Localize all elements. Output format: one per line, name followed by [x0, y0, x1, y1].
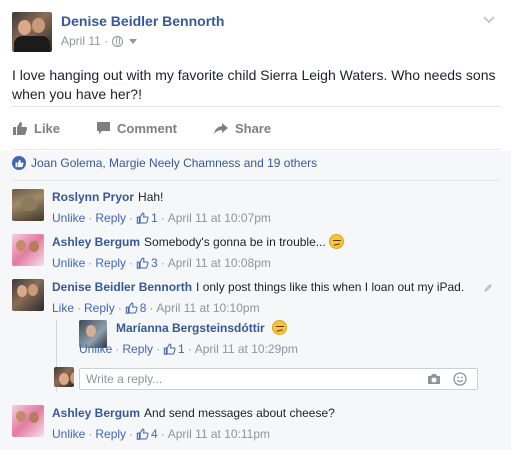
comment-like-count[interactable]: 3	[136, 255, 158, 271]
comment-line: Roslynn Pryor Hah!	[52, 189, 163, 205]
chevron-down-icon[interactable]	[482, 12, 496, 26]
smiley-icon[interactable]	[453, 372, 467, 386]
share-label: Share	[234, 120, 272, 136]
comment-time[interactable]: April 11 at 10:29pm	[195, 341, 298, 357]
avatar[interactable]	[12, 189, 44, 221]
avatar[interactable]	[12, 279, 44, 311]
reply-link[interactable]: Reply	[95, 210, 126, 226]
author-avatar[interactable]	[12, 12, 52, 52]
comment-text: And send messages about cheese?	[144, 406, 335, 420]
reply-box	[79, 368, 478, 390]
post-text: I love hanging out with my favorite chil…	[12, 67, 496, 102]
like-label: Like	[34, 120, 61, 136]
pencil-icon[interactable]	[483, 283, 493, 293]
share-button[interactable]: Share	[213, 121, 271, 136]
unamused-emoji-icon	[271, 320, 287, 335]
comment-meta: Unlike · Reply · 1 · April 11 at 10:29pm	[79, 341, 298, 357]
post-action-bar: Like Comment Share	[12, 106, 500, 150]
reply-link[interactable]: Reply	[95, 426, 126, 442]
avatar[interactable]	[12, 234, 44, 266]
thumbs-up-outline-icon	[136, 257, 149, 269]
audience-caret-icon[interactable]	[129, 38, 138, 44]
unlike-link[interactable]: Unlike	[79, 341, 112, 357]
avatar[interactable]	[12, 405, 44, 437]
comment-author[interactable]: Ashley Bergum	[52, 406, 140, 420]
avatar	[54, 367, 74, 387]
reply-link[interactable]: Reply	[95, 255, 126, 271]
comment-meta: Unlike · Reply · 1 · April 11 at 10:07pm	[52, 210, 271, 226]
comment-line: Denise Beidler Bennorth I only post thing…	[52, 279, 464, 295]
comment-label: Comment	[117, 120, 177, 136]
comment-text: Somebody's gonna be in trouble...	[144, 235, 326, 249]
reply-link[interactable]: Reply	[122, 341, 153, 357]
comment: Roslynn Pryor Hah! Unlike · Reply · 1 · Apr…	[12, 189, 502, 225]
thumbs-up-outline-icon	[163, 343, 176, 355]
like-link[interactable]: Like	[52, 300, 74, 316]
thumbs-up-icon	[13, 121, 28, 135]
unlike-link[interactable]: Unlike	[52, 255, 85, 271]
unlike-link[interactable]: Unlike	[52, 210, 85, 226]
globe-icon	[112, 35, 124, 47]
comment-line: Ashley Bergum And send messages about che…	[52, 405, 335, 421]
comment-author[interactable]: Roslynn Pryor	[52, 190, 134, 204]
post-date[interactable]: April 11 ·	[61, 34, 108, 48]
thumbs-up-outline-icon	[136, 428, 149, 440]
comment-time[interactable]: April 11 at 10:07pm	[168, 210, 271, 226]
unlike-link[interactable]: Unlike	[52, 426, 85, 442]
reply-input[interactable]	[80, 369, 420, 389]
post-meta: April 11 ·	[61, 34, 138, 48]
likes-summary[interactable]: Joan Golema, Margie Neely Chamness and 1…	[12, 155, 317, 171]
reply-comment: Maríanna Bergsteinsdóttir Unlike · Reply ·…	[79, 320, 499, 356]
post-header: Denise Beidler Bennorth April 11 ·	[12, 12, 502, 56]
comment-like-count[interactable]: 8	[125, 300, 146, 316]
comment-icon	[97, 122, 111, 134]
comment-author[interactable]: Maríanna Bergsteinsdóttir	[116, 321, 265, 335]
thumbs-up-outline-icon	[136, 212, 149, 224]
divider	[12, 180, 500, 181]
comment: Denise Beidler Bennorth I only post thing…	[12, 279, 502, 315]
comment-like-count[interactable]: 1	[136, 210, 158, 226]
reply-link[interactable]: Reply	[84, 300, 115, 316]
comment-author[interactable]: Ashley Bergum	[52, 235, 140, 249]
like-badge-icon	[12, 156, 26, 170]
comment-meta: Unlike · Reply · 4 · April 11 at 10:11pm	[52, 426, 271, 442]
comment-author[interactable]: Denise Beidler Bennorth	[52, 280, 192, 294]
comment-time[interactable]: April 11 at 10:11pm	[168, 426, 270, 442]
thumbs-up-outline-icon	[125, 302, 138, 314]
comment-button[interactable]: Comment	[96, 121, 177, 136]
comment-meta: Like · Reply · 8 · April 11 at 10:10pm	[52, 300, 260, 316]
comment-line: Maríanna Bergsteinsdóttir	[116, 320, 287, 336]
comment-text: I only post things like this when I loan…	[196, 280, 465, 294]
like-button[interactable]: Like	[12, 121, 60, 136]
comment-meta: Unlike · Reply · 3 · April 11 at 10:08pm	[52, 255, 271, 271]
share-icon	[213, 122, 228, 134]
comment-time[interactable]: April 11 at 10:10pm	[156, 300, 259, 316]
comment: Ashley Bergum And send messages about che…	[12, 405, 502, 441]
comment-time[interactable]: April 11 at 10:08pm	[168, 255, 271, 271]
comment-line: Ashley Bergum Somebody's gonna be in trou…	[52, 234, 344, 250]
comment: Ashley Bergum Somebody's gonna be in trou…	[12, 234, 502, 270]
unamused-emoji-icon	[328, 234, 344, 249]
comment-like-count[interactable]: 4	[136, 426, 158, 442]
comment-text: Hah!	[138, 190, 164, 204]
camera-icon[interactable]	[427, 373, 441, 385]
likes-summary-text[interactable]: Joan Golema, Margie Neely Chamness and 1…	[31, 156, 317, 170]
comment-like-count[interactable]: 1	[163, 341, 185, 357]
author-name[interactable]: Denise Beidler Bennorth	[61, 13, 224, 29]
